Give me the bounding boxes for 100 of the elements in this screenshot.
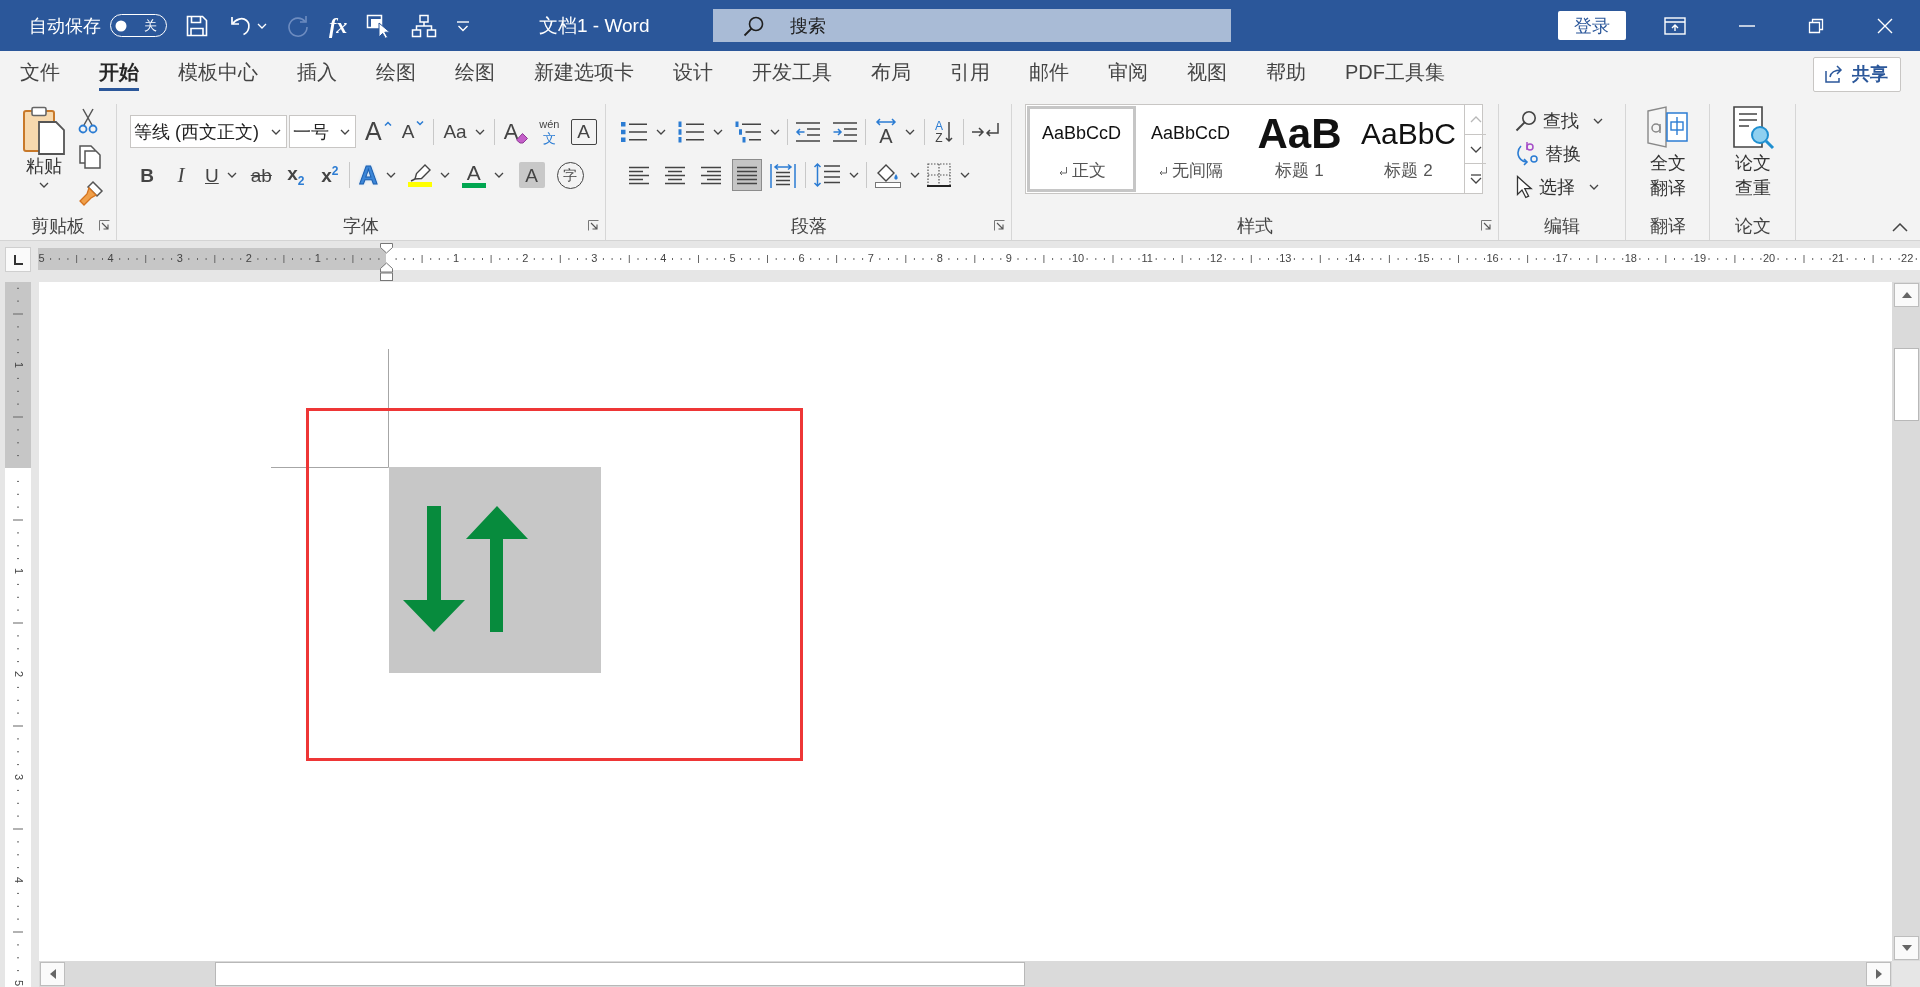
share-button[interactable]: 共享 [1813,56,1901,92]
restore-icon[interactable] [1808,17,1824,34]
format-painter-icon[interactable] [78,180,104,206]
select-objects-icon[interactable] [366,13,393,38]
phonetic-guide-button[interactable]: wén 文 [536,116,563,147]
caret-down-icon[interactable] [656,128,666,135]
ribbon-tab[interactable]: 设计 [673,51,713,91]
style-option[interactable]: AaB 标题 1 [1245,106,1354,192]
search-field[interactable]: 搜索 [713,9,1231,42]
ribbon-tab[interactable]: 开发工具 [752,51,832,91]
ribbon-tab[interactable]: 布局 [871,51,911,91]
caret-down-icon[interactable] [770,128,780,135]
customize-toolbar-icon[interactable] [456,19,471,32]
indent-markers-icon[interactable] [380,243,393,281]
text-effects-button[interactable]: A [355,160,399,190]
ribbon-tab[interactable]: 视图 [1187,51,1227,91]
underline-button[interactable]: U [202,160,240,190]
tab-selector-button[interactable] [5,247,31,272]
copy-icon[interactable] [78,144,102,170]
caret-down-icon[interactable] [849,172,859,178]
collapse-ribbon-icon[interactable] [1892,223,1908,232]
sort-button[interactable]: A Z [931,116,957,147]
paint-bucket-icon[interactable] [874,162,902,188]
expand-gallery-icon [1469,173,1482,184]
style-option[interactable]: AaBbC 标题 2 [1354,106,1463,192]
justify-icon[interactable] [732,159,762,191]
paper-check-button[interactable]: 论文查重 [1729,105,1776,211]
clear-formatting-button[interactable]: A [500,116,533,147]
borders-icon[interactable] [926,162,952,188]
increase-indent-icon[interactable] [832,120,858,143]
ribbon-tab[interactable]: 引用 [950,51,990,91]
ribbon-tab[interactable]: 新建选项卡 [534,51,634,91]
superscript-button[interactable]: x$^{2}$ [316,160,343,190]
replace-button[interactable]: 替换 [1515,137,1603,170]
line-spacing-icon[interactable] [813,162,841,188]
caret-down-icon[interactable] [493,172,504,178]
paste-button[interactable]: 粘贴 [14,104,74,211]
minimize-icon[interactable] [1739,24,1755,27]
scroll-left-button[interactable] [40,962,65,986]
save-icon[interactable] [185,13,209,38]
font-name-dropdown[interactable]: 等线 (西文正文) [130,115,287,148]
close-icon[interactable] [1877,17,1893,34]
caret-down-icon[interactable] [1589,183,1599,190]
ribbon-tab[interactable]: 邮件 [1029,51,1069,91]
font-size-dropdown[interactable]: 一号 [289,115,356,148]
scissors-icon[interactable] [78,108,98,134]
sign-in-button[interactable]: 登录 [1558,11,1626,40]
style-option[interactable]: AaBbCcD 正文 [1027,106,1136,192]
caret-down-icon[interactable] [1593,117,1603,124]
translate-document-button[interactable]: 全文翻译 [1644,105,1691,211]
strikethrough-button[interactable]: ab [247,160,275,190]
scroll-thumb[interactable] [215,962,1025,986]
org-chart-icon[interactable] [411,13,438,38]
ribbon-tab[interactable]: 绘图 [455,51,495,91]
ribbon-tab[interactable]: 帮助 [1266,51,1306,91]
subscript-button[interactable]: x$_{2}$ [282,160,309,190]
ribbon-tab[interactable]: 模板中心 [178,51,258,91]
find-button[interactable]: 查找 [1515,104,1603,137]
decrease-indent-icon[interactable] [795,120,821,143]
caret-down-icon[interactable] [905,128,915,135]
caret-down-icon[interactable] [910,172,920,178]
style-option[interactable]: AaBbCcD 无间隔 [1136,106,1245,192]
text-direction-button[interactable]: A [872,116,918,147]
scroll-thumb[interactable] [1894,348,1919,421]
character-border-button[interactable]: A [570,118,597,145]
caret-down-icon[interactable] [474,128,485,135]
scroll-up-button[interactable] [1894,283,1919,307]
caret-down-icon[interactable] [960,172,970,178]
dialog-launcher-icon[interactable] [994,220,1005,231]
ribbon-tab[interactable]: 文件 [20,51,60,91]
caret-down-icon[interactable] [39,182,49,188]
dialog-launcher-icon[interactable] [588,220,599,231]
caret-down-icon[interactable] [271,128,281,135]
scroll-right-button[interactable] [1866,962,1891,986]
caret-down-icon[interactable] [713,128,723,135]
character-shading-button[interactable]: A [518,162,545,188]
caret-down-icon[interactable] [439,172,450,178]
italic-button[interactable]: I [168,160,194,190]
ribbon-tab[interactable]: 审阅 [1108,51,1148,91]
caret-down-icon[interactable] [385,172,396,178]
bulleted-list-icon[interactable] [620,119,648,144]
dialog-launcher-icon[interactable] [1481,220,1492,231]
ribbon-tab[interactable]: PDF工具集 [1345,51,1445,91]
ribbon-tab[interactable]: 绘图 [376,51,416,91]
caret-down-icon[interactable] [226,172,237,178]
ribbon-tab[interactable]: 开始 [99,51,139,91]
font-color-button[interactable]: A [458,160,507,190]
select-button[interactable]: 选择 [1515,170,1603,203]
grow-font-button[interactable]: A [362,116,395,147]
multilevel-list-icon[interactable] [734,119,762,144]
ribbon-display-options-icon[interactable] [1664,16,1686,35]
shrink-font-button[interactable]: A [398,116,428,147]
change-case-button[interactable]: Aa [440,116,488,147]
caret-down-icon[interactable] [340,128,350,135]
ribbon-tab[interactable]: 插入 [297,51,337,91]
dialog-launcher-icon[interactable] [99,220,110,231]
scroll-down-button[interactable] [1894,936,1919,960]
equation-button[interactable]: fx [329,13,348,38]
bold-button[interactable]: B [134,160,160,190]
numbered-list-icon[interactable] [677,119,705,144]
